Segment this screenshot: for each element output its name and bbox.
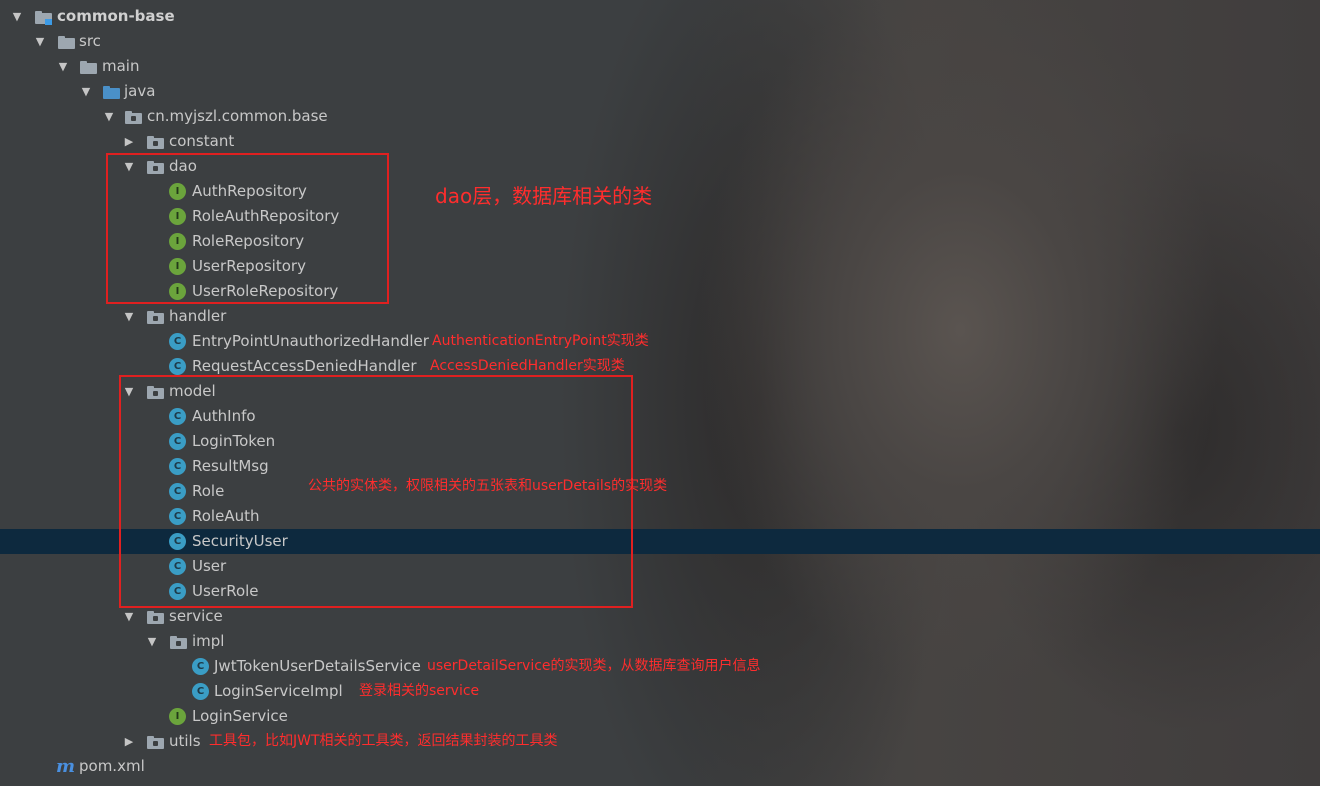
- tree-node-src[interactable]: ▼ src: [0, 29, 1320, 54]
- project-tree: ▼ common-base ▼ src ▼ main ▼ java ▼ cn.m…: [0, 0, 1320, 786]
- module-folder-icon: [35, 11, 52, 25]
- class-icon: C: [192, 658, 209, 675]
- expand-arrow-icon[interactable]: ▼: [144, 629, 160, 654]
- package-icon: [147, 136, 164, 149]
- tree-node-label: main: [102, 57, 140, 75]
- tree-node-entry-point-handler[interactable]: C EntryPointUnauthorizedHandler: [0, 329, 1320, 354]
- tree-node-handler[interactable]: ▼ handler: [0, 304, 1320, 329]
- expand-arrow-icon[interactable]: ▼: [55, 54, 71, 79]
- tree-node-common-base[interactable]: ▼ common-base: [0, 4, 1320, 29]
- package-icon: [147, 736, 164, 749]
- tree-node-constant[interactable]: ▶ constant: [0, 129, 1320, 154]
- jwt-service-annotation: userDetailService的实现类，从数据库查询用户信息: [427, 658, 761, 674]
- tree-node-label: handler: [169, 307, 227, 325]
- tree-node-pom-xml[interactable]: m pom.xml: [0, 754, 1320, 779]
- class-icon: C: [192, 683, 209, 700]
- access-denied-annotation: AccessDeniedHandler实现类: [430, 358, 625, 374]
- utils-annotation: 工具包，比如JWT相关的工具类，返回结果封装的工具类: [209, 733, 558, 749]
- tree-node-impl[interactable]: ▼ impl: [0, 629, 1320, 654]
- tree-node-label: impl: [192, 632, 225, 650]
- dao-highlight-box: [106, 153, 389, 304]
- package-icon: [147, 311, 164, 324]
- collapse-arrow-icon[interactable]: ▶: [121, 729, 137, 754]
- tree-node-package-root[interactable]: ▼ cn.myjszl.common.base: [0, 104, 1320, 129]
- package-icon: [147, 611, 164, 624]
- class-icon: C: [169, 358, 186, 375]
- tree-node-main[interactable]: ▼ main: [0, 54, 1320, 79]
- tree-node-label: pom.xml: [79, 757, 145, 775]
- expand-arrow-icon[interactable]: ▼: [101, 104, 117, 129]
- folder-icon: [58, 36, 75, 49]
- class-icon: C: [169, 333, 186, 350]
- tree-node-label: LoginService: [192, 707, 288, 725]
- tree-node-label: JwtTokenUserDetailsService: [214, 657, 421, 675]
- folder-icon: [80, 61, 97, 74]
- tree-node-label: constant: [169, 132, 235, 150]
- maven-icon: m: [56, 756, 76, 777]
- tree-node-label: cn.myjszl.common.base: [147, 107, 328, 125]
- tree-node-utils[interactable]: ▶ utils: [0, 729, 1320, 754]
- tree-node-label: EntryPointUnauthorizedHandler: [192, 332, 429, 350]
- login-impl-annotation: 登录相关的service: [359, 683, 480, 699]
- tree-node-java[interactable]: ▼ java: [0, 79, 1320, 104]
- interface-icon: I: [169, 708, 186, 725]
- tree-node-login-service[interactable]: I LoginService: [0, 704, 1320, 729]
- tree-node-label: common-base: [57, 7, 175, 25]
- tree-node-label: utils: [169, 732, 201, 750]
- tree-node-label: java: [124, 82, 156, 100]
- package-icon: [125, 111, 142, 124]
- expand-arrow-icon[interactable]: ▼: [121, 304, 137, 329]
- tree-node-login-service-impl[interactable]: C LoginServiceImpl: [0, 679, 1320, 704]
- expand-arrow-icon[interactable]: ▼: [78, 79, 94, 104]
- tree-node-label: LoginServiceImpl: [214, 682, 343, 700]
- source-folder-icon: [103, 86, 120, 99]
- expand-arrow-icon[interactable]: ▼: [32, 29, 48, 54]
- expand-arrow-icon[interactable]: ▼: [9, 4, 25, 29]
- collapse-arrow-icon[interactable]: ▶: [121, 129, 137, 154]
- entry-point-annotation: AuthenticationEntryPoint实现类: [432, 333, 649, 349]
- model-annotation: 公共的实体类，权限相关的五张表和userDetails的实现类: [308, 478, 668, 494]
- tree-node-label: src: [79, 32, 101, 50]
- package-icon: [170, 636, 187, 649]
- dao-annotation: dao层，数据库相关的类: [435, 184, 653, 208]
